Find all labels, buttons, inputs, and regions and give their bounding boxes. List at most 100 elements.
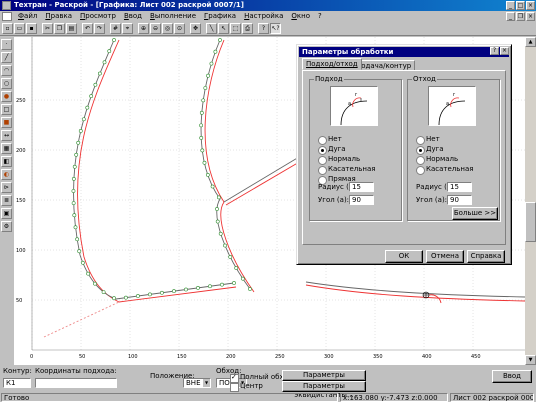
print-icon[interactable]: ⎙ bbox=[242, 23, 253, 34]
help-icon[interactable]: ? bbox=[258, 23, 269, 34]
contour-input[interactable]: К1 bbox=[3, 378, 31, 388]
circle-icon[interactable]: ○ bbox=[1, 78, 12, 89]
redo-icon[interactable]: ↷ bbox=[94, 23, 105, 34]
properties-icon[interactable]: ⚙ bbox=[1, 221, 12, 232]
exit-arc-diagram: r a bbox=[438, 92, 466, 126]
exit-option-0[interactable]: Нет bbox=[416, 135, 440, 145]
dialog-help-button[interactable]: ? bbox=[490, 47, 499, 55]
maximize-button[interactable]: □ bbox=[516, 1, 525, 10]
open-icon[interactable]: ▭ bbox=[14, 23, 25, 34]
context-help-icon[interactable]: ↖? bbox=[270, 23, 281, 34]
scroll-thumb[interactable] bbox=[525, 202, 536, 242]
coords-input[interactable] bbox=[35, 378, 117, 388]
zoom-in-icon[interactable]: ⊕ bbox=[138, 23, 149, 34]
copy-icon[interactable]: ❐ bbox=[54, 23, 65, 34]
cut-start-icon[interactable]: ⊳ bbox=[1, 182, 12, 193]
ok-button[interactable]: ОК bbox=[385, 250, 423, 263]
arc-icon[interactable]: ◠ bbox=[1, 65, 12, 76]
dialog-close-button[interactable]: × bbox=[500, 47, 509, 55]
pan-icon[interactable]: ✥ bbox=[190, 23, 201, 34]
exit-option-1[interactable]: Дуга bbox=[416, 145, 444, 155]
exit-group: Отход r a Нет Дуга Нормаль Касательная Ради… bbox=[407, 75, 500, 221]
more-button[interactable]: Больше >> bbox=[452, 207, 498, 220]
line-icon[interactable]: ╱ bbox=[1, 52, 12, 63]
x-tick-label: 100 bbox=[128, 354, 138, 360]
menu-run[interactable]: Выполнение bbox=[146, 11, 200, 22]
approach-option-3[interactable]: Касательная bbox=[318, 165, 375, 175]
menu-edit[interactable]: Правка bbox=[41, 11, 76, 22]
undo-icon[interactable]: ↶ bbox=[82, 23, 93, 34]
cancel-button[interactable]: Отмена bbox=[426, 250, 464, 263]
contour-icon[interactable]: ● bbox=[1, 91, 12, 102]
menu-file[interactable]: Файл bbox=[14, 11, 41, 22]
menu-window[interactable]: Окно bbox=[287, 11, 314, 22]
menu-view[interactable]: Просмотр bbox=[76, 11, 120, 22]
tab-approach[interactable]: Подход/отход bbox=[302, 58, 362, 70]
exit-option-3[interactable]: Касательная bbox=[416, 165, 473, 175]
part-2-path bbox=[204, 39, 255, 293]
part-icon[interactable]: ◧ bbox=[1, 156, 12, 167]
position-select[interactable]: ВНЕ ▼ bbox=[183, 378, 211, 388]
input-button[interactable]: Ввод bbox=[492, 370, 532, 383]
x-tick-label: 200 bbox=[226, 354, 236, 360]
y-tick-label: 200 bbox=[16, 148, 26, 154]
doc-restore-button[interactable]: ❐ bbox=[516, 12, 525, 21]
cut-path-icon[interactable]: ◐ bbox=[1, 169, 12, 180]
save-icon[interactable]: ▪ bbox=[26, 23, 37, 34]
contour-node bbox=[209, 61, 214, 66]
processing-params-dialog: Параметры обработки ? × Подход/отход Под… bbox=[296, 44, 512, 265]
doc-minimize-button[interactable]: _ bbox=[506, 12, 515, 21]
menu-input[interactable]: Ввод bbox=[120, 11, 146, 22]
text-icon[interactable]: ■ bbox=[1, 117, 12, 128]
new-icon[interactable]: ▫ bbox=[2, 23, 13, 34]
dimension-icon[interactable]: ↔ bbox=[1, 130, 12, 141]
approach-radius-input[interactable]: 15 bbox=[349, 182, 374, 192]
measure-icon[interactable]: ╲ bbox=[206, 23, 217, 34]
hatch-icon[interactable]: ▦ bbox=[1, 143, 12, 154]
menu-help[interactable]: ? bbox=[314, 11, 326, 22]
approach-option-1[interactable]: Дуга bbox=[318, 145, 346, 155]
contour-node bbox=[112, 38, 116, 42]
menu-settings[interactable]: Настройка bbox=[240, 11, 287, 22]
approach-option-0[interactable]: Нет bbox=[318, 135, 342, 145]
tab-panel: Подход r a Нет Дуга Нормаль Касательная Прям… bbox=[302, 70, 506, 245]
contour-node bbox=[234, 266, 239, 270]
exit-option-2[interactable]: Нормаль bbox=[416, 155, 458, 165]
scroll-up-icon[interactable]: ▲ bbox=[525, 37, 536, 47]
exit-angle-label: Угол (a): bbox=[416, 196, 448, 204]
menu-graphics[interactable]: Графика bbox=[200, 11, 240, 22]
scroll-down-icon[interactable]: ▼ bbox=[525, 355, 536, 365]
paste-icon[interactable]: ▤ bbox=[66, 23, 77, 34]
grid-icon[interactable]: # bbox=[110, 23, 121, 34]
nesting-icon[interactable]: ▣ bbox=[1, 208, 12, 219]
contour-node bbox=[72, 213, 77, 218]
doc-close-button[interactable]: × bbox=[526, 12, 535, 21]
equidistant-params-button[interactable]: Параметры эквидистанты... bbox=[282, 381, 366, 399]
approach-option-2[interactable]: Нормаль bbox=[318, 155, 360, 165]
exit-radius-input[interactable]: 15 bbox=[447, 182, 472, 192]
cut-order-icon[interactable]: ≣ bbox=[1, 195, 12, 206]
snap-icon[interactable]: ⌖ bbox=[122, 23, 133, 34]
contour-node bbox=[218, 231, 223, 236]
zoom-out-icon[interactable]: ⊖ bbox=[150, 23, 161, 34]
contour-node bbox=[78, 129, 83, 133]
contour-node bbox=[93, 82, 98, 87]
zoom-all-icon[interactable]: ⊙ bbox=[174, 23, 185, 34]
minimize-button[interactable]: _ bbox=[506, 1, 515, 10]
cursor-icon[interactable]: ↖ bbox=[218, 23, 229, 34]
processing-params-button[interactable]: Параметры обработки... bbox=[282, 370, 366, 388]
approach-angle-input[interactable]: 90 bbox=[349, 195, 374, 205]
close-button[interactable]: × bbox=[526, 1, 535, 10]
vertical-scrollbar[interactable]: ▲ ▼ bbox=[525, 37, 536, 365]
zoom-window-icon[interactable]: ◎ bbox=[162, 23, 173, 34]
center-checkbox[interactable]: Центр bbox=[230, 382, 263, 392]
select-icon[interactable]: ⬚ bbox=[230, 23, 241, 34]
help-button[interactable]: Справка bbox=[467, 250, 505, 263]
window-title: Техтран - Раскрой - [Графика: Лист 002 р… bbox=[14, 1, 244, 9]
contour-node bbox=[203, 86, 208, 90]
contour-node bbox=[215, 207, 219, 211]
exit-angle-input[interactable]: 90 bbox=[447, 195, 472, 205]
point-icon[interactable]: · bbox=[1, 39, 12, 50]
cut-icon[interactable]: ✂ bbox=[42, 23, 53, 34]
rectangle-icon[interactable]: □ bbox=[1, 104, 12, 115]
